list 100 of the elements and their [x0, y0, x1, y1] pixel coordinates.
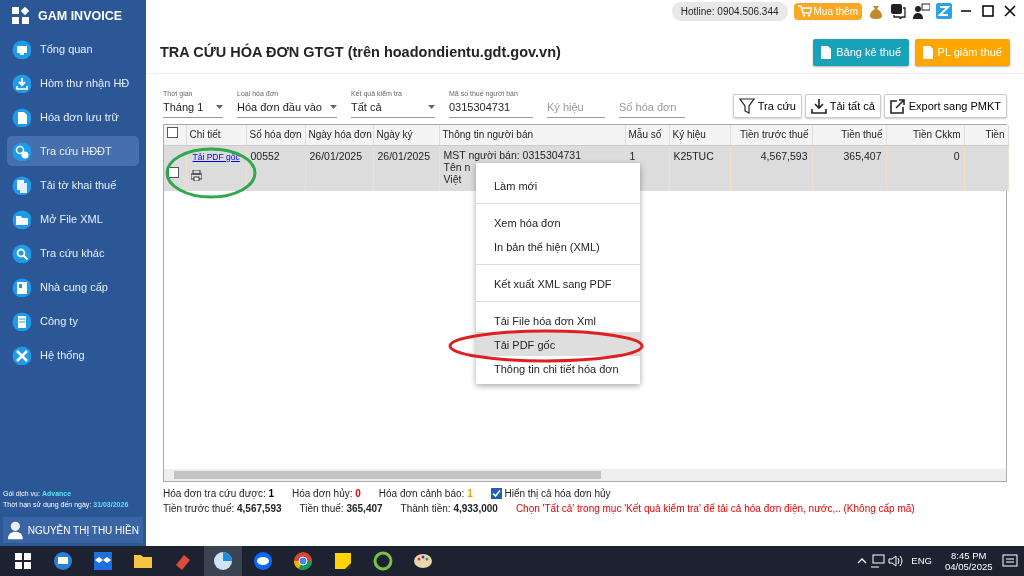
seller-info-line: Việt: [443, 172, 462, 185]
maximize-icon[interactable]: [980, 3, 996, 19]
document-icon: [12, 107, 31, 127]
user-name: NGUYỄN THỊ THU HIỀN: [27, 523, 139, 538]
toolbar-button[interactable]: Tra cứu: [732, 93, 802, 118]
table-cell: K25TUC: [669, 145, 730, 191]
summary-value: 4,933,000: [453, 503, 498, 514]
hotline-label: Hotline: 0904.506.344: [671, 1, 788, 21]
money-bag-icon[interactable]: [868, 3, 884, 19]
app-icon[interactable]: [213, 551, 233, 571]
column-header[interactable]: Chi tiết: [186, 125, 246, 145]
download-icon: [12, 73, 31, 93]
column-header[interactable]: Số hóa đơn: [246, 125, 305, 145]
table-cell: 365,407: [812, 145, 886, 191]
chat-app-icon[interactable]: [253, 551, 273, 571]
sidebar-item[interactable]: Hòm thư nhận HĐ: [7, 68, 139, 98]
column-header[interactable]: Mẫu số: [625, 125, 669, 145]
row-checkbox[interactable]: [168, 166, 179, 178]
clock-date[interactable]: 04/05/2025: [944, 561, 993, 573]
page-title: TRA CỨU HÓA ĐƠN GTGT (trên hoadondientu.gdt.gov.vn): [160, 43, 562, 62]
speaker-icon[interactable]: [887, 554, 904, 568]
column-header[interactable]: Tiền Ckkm: [886, 125, 964, 145]
file-icon: [821, 46, 832, 59]
select-all-checkbox[interactable]: [167, 127, 178, 139]
table-cell: 4,567,593: [730, 145, 812, 191]
dropbox-icon[interactable]: [93, 551, 113, 571]
menu-item[interactable]: Xem hóa đơn: [476, 210, 640, 234]
summary-value: 0: [355, 488, 361, 499]
menu-item[interactable]: Thông tin chi tiết hóa đơn: [476, 356, 640, 380]
close-icon[interactable]: [1002, 3, 1018, 19]
z-icon[interactable]: [936, 3, 952, 19]
column-header[interactable]: Ngày ký: [373, 125, 439, 145]
folder-icon: [12, 209, 31, 229]
dropdown-caret-icon: [330, 105, 337, 109]
summary-value: 365,407: [346, 503, 383, 514]
menu-item[interactable]: Kết xuất XML sang PDF: [476, 271, 640, 295]
table-cell: 26/01/2025: [373, 145, 439, 191]
sidebar-item[interactable]: Tổng quan: [7, 34, 139, 64]
summary-value: 1: [268, 488, 274, 499]
clock-time[interactable]: 8:45 PM: [944, 549, 993, 561]
logo-icon: [12, 7, 30, 25]
column-header[interactable]: Tiền trước thuế: [730, 125, 812, 145]
filter-icon: [738, 97, 755, 114]
link-icon: [12, 141, 31, 161]
toolbar-button[interactable]: Tải tất cả: [804, 93, 881, 118]
sidebar-item[interactable]: Tra cứu khác: [7, 238, 139, 268]
notification-icon[interactable]: [1000, 553, 1020, 569]
summary-label: Tiền trước thuế:: [163, 503, 236, 514]
dropdown-caret-icon: [216, 105, 223, 109]
menu-item[interactable]: In bản thể hiện (XML): [476, 234, 640, 258]
dropdown-caret-icon: [428, 105, 435, 109]
menu-item[interactable]: Tải File hóa đơn Xml: [476, 308, 640, 332]
paint-palette-icon[interactable]: [413, 551, 433, 571]
export-icon: [889, 97, 906, 114]
seller-info-line: MST người bán: 0315304731: [443, 148, 581, 161]
search-icon: [12, 243, 31, 263]
monitor-icon: [12, 39, 31, 59]
horizontal-scrollbar[interactable]: [164, 469, 1006, 481]
seller-info-line: Tên n: [443, 160, 471, 173]
checkbox-label: Hiển thị cả hóa đơn hủy: [504, 487, 611, 501]
language-indicator[interactable]: ENG: [905, 553, 938, 569]
toolbar-button[interactable]: Export sang PMKT: [883, 93, 1007, 118]
support-icon[interactable]: [912, 3, 930, 19]
show-cancelled-checkbox[interactable]: [490, 488, 502, 499]
download-icon: [810, 97, 827, 114]
help-chat-icon[interactable]: [890, 3, 906, 19]
sidebar-item[interactable]: Công ty: [7, 306, 139, 336]
table-cell: 0: [886, 145, 964, 191]
column-header[interactable]: Thông tin người bán: [439, 125, 625, 145]
sidebar-item[interactable]: Mở File XML: [7, 204, 139, 234]
summary-label: Hóa đơn cảnh báo:: [378, 488, 466, 499]
sidebar-item[interactable]: Tải tờ khai thuế: [7, 170, 139, 200]
summary-label: Hóa đơn tra cứu được:: [163, 488, 267, 499]
app-logo-text: GAM INVOICE: [38, 7, 123, 25]
column-header[interactable]: Ngày hóa đơn: [305, 125, 373, 145]
print-icon[interactable]: [190, 170, 202, 182]
column-header[interactable]: Tiền thuế: [812, 125, 886, 145]
summary-value: 4,567,593: [237, 503, 282, 514]
file-icon: [922, 46, 933, 59]
contact-card-icon: [12, 277, 31, 297]
cart-icon: [797, 5, 812, 17]
network-icon[interactable]: [869, 554, 886, 568]
browser-icon[interactable]: [293, 551, 313, 571]
sticky-note-icon[interactable]: [333, 551, 353, 571]
table-cell: 26/01/2025: [305, 145, 373, 191]
user-avatar-icon: [7, 520, 24, 540]
sidebar-item[interactable]: Nhà cung cấp: [7, 272, 139, 302]
documents-icon: [12, 175, 31, 195]
tools-icon: [12, 345, 31, 365]
sidebar-item[interactable]: Hệ thống: [7, 340, 139, 370]
summary-label: Tiền thuế:: [299, 503, 345, 514]
summary-value: 1: [467, 488, 473, 499]
column-header[interactable]: Tiền: [964, 125, 1008, 145]
summary-label: Thành tiền:: [400, 503, 452, 514]
column-header[interactable]: Ký hiệu: [669, 125, 730, 145]
windows-start-icon[interactable]: [13, 551, 33, 571]
sidebar-item[interactable]: Hóa đơn lưu trữ: [7, 102, 139, 132]
sidebar-item[interactable]: Tra cứu HĐĐT: [7, 136, 139, 166]
hint-text: Chọn 'Tất cả' trong mục 'Kết quả kiểm tra' để tải cả hóa đơn điện, nước,.. (Không cấp mã): [515, 502, 915, 516]
summary-label: Hóa đơn hủy:: [292, 488, 354, 499]
